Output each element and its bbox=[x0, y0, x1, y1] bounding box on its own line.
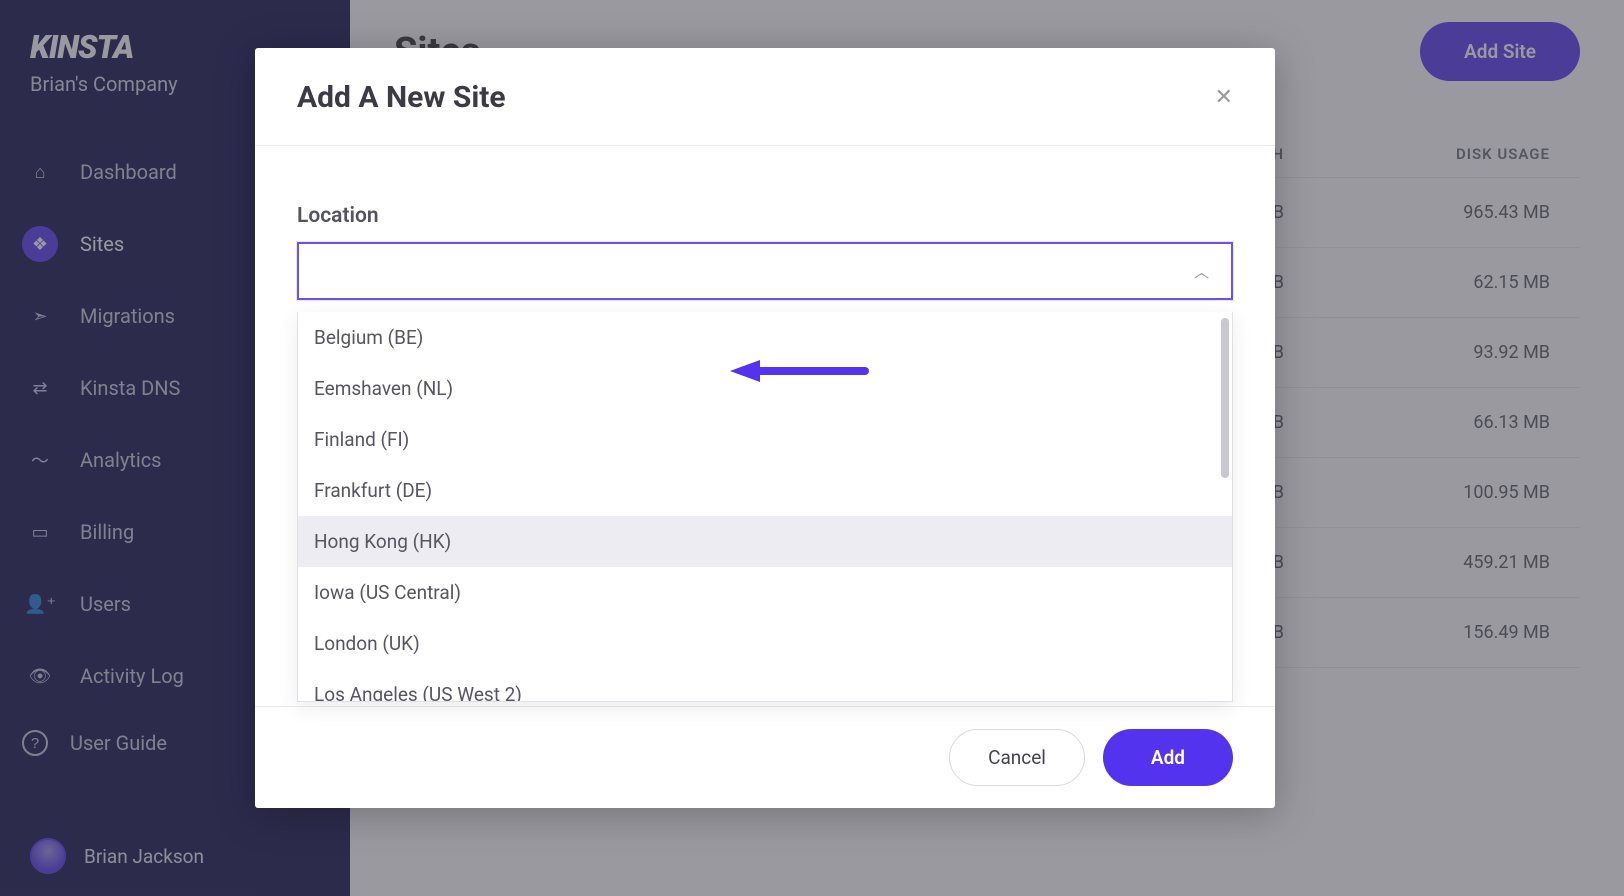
location-option[interactable]: Iowa (US Central) bbox=[298, 567, 1232, 618]
modal-title: Add A New Site bbox=[297, 80, 506, 115]
add-site-modal: Add A New Site ✕ Location ︿ Belgium (BE)… bbox=[255, 48, 1275, 808]
location-option[interactable]: Los Angeles (US West 2) bbox=[298, 669, 1232, 702]
chevron-up-icon: ︿ bbox=[1194, 261, 1209, 282]
location-option[interactable]: Frankfurt (DE) bbox=[298, 465, 1232, 516]
add-button[interactable]: Add bbox=[1103, 729, 1233, 786]
location-option[interactable]: Finland (FI) bbox=[298, 414, 1232, 465]
close-icon[interactable]: ✕ bbox=[1215, 85, 1233, 110]
location-dropdown: Belgium (BE)Eemshaven (NL)Finland (FI)Fr… bbox=[297, 312, 1233, 702]
dropdown-scrollbar[interactable] bbox=[1221, 318, 1229, 478]
location-option[interactable]: Belgium (BE) bbox=[298, 312, 1232, 363]
location-option[interactable]: London (UK) bbox=[298, 618, 1232, 669]
cancel-button[interactable]: Cancel bbox=[949, 729, 1085, 786]
location-option[interactable]: Hong Kong (HK) bbox=[298, 516, 1232, 567]
location-option[interactable]: Eemshaven (NL) bbox=[298, 363, 1232, 414]
location-label: Location bbox=[297, 204, 1233, 228]
location-select[interactable]: ︿ bbox=[297, 242, 1233, 300]
